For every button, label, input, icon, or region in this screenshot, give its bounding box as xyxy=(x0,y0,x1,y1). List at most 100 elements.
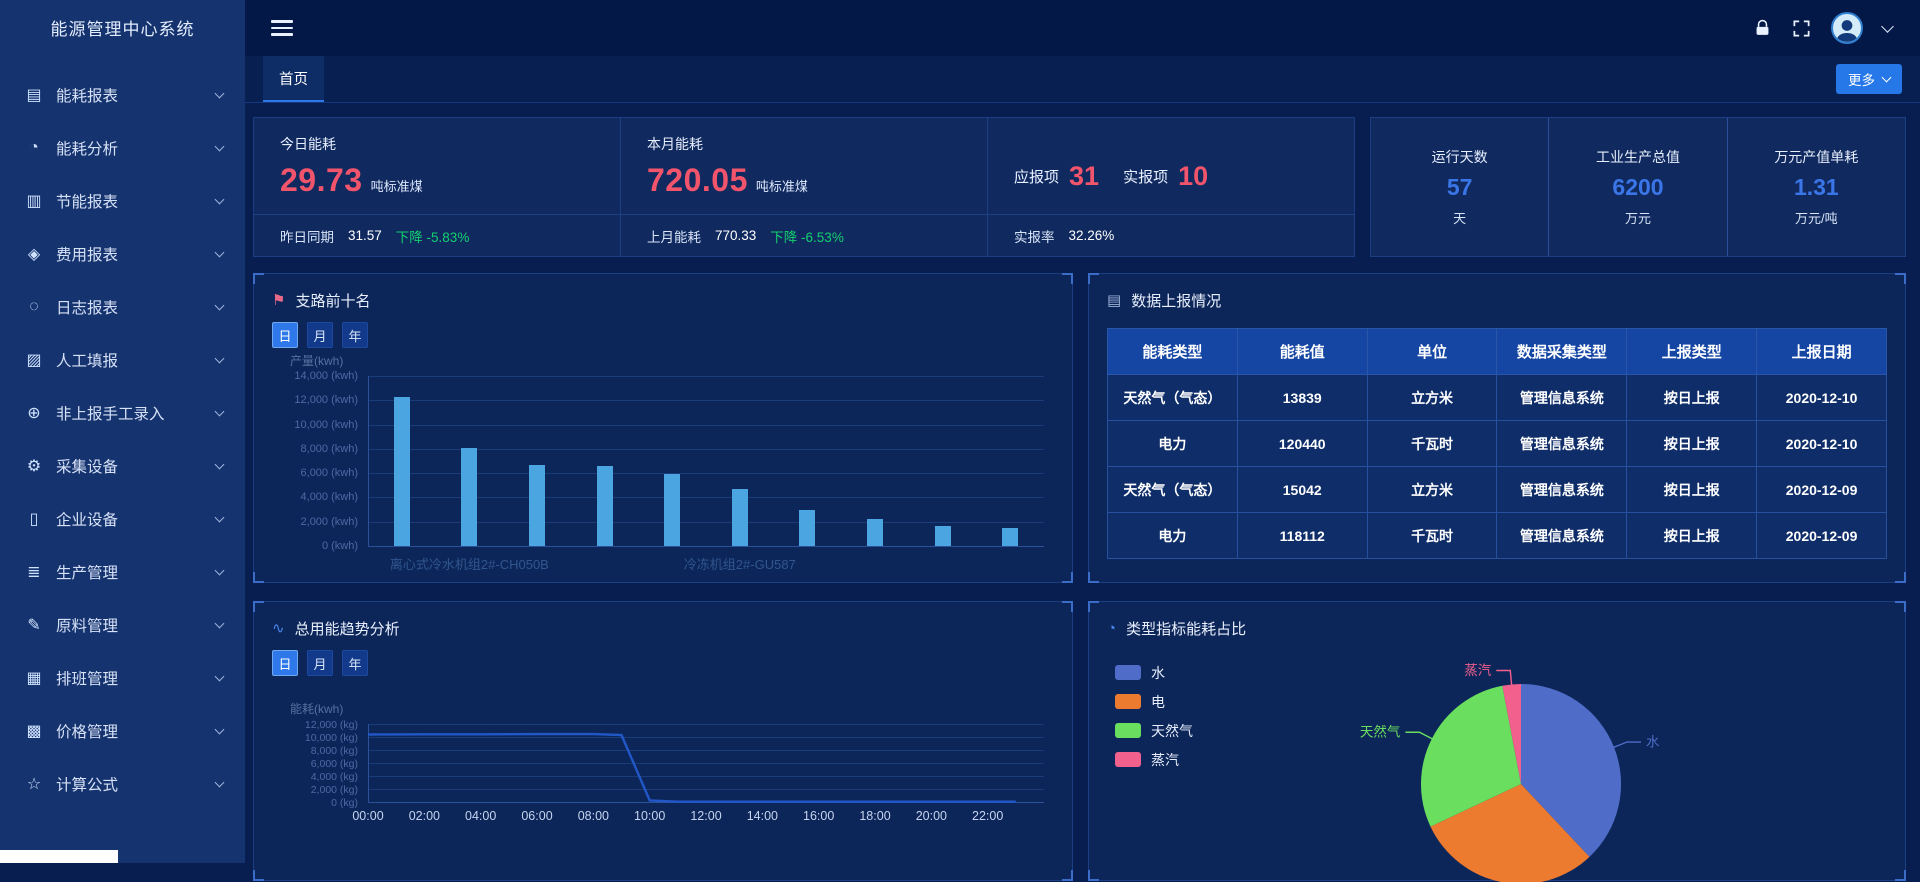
chevron-down-icon xyxy=(215,88,225,98)
sidebar-item-费用报表[interactable]: ◈费用报表 xyxy=(0,227,245,280)
table-header-cell: 单位 xyxy=(1367,329,1497,375)
fullscreen-icon[interactable] xyxy=(1792,19,1811,38)
legend-item-天然气[interactable]: 天然气 xyxy=(1115,716,1193,745)
legend-item-电[interactable]: 电 xyxy=(1115,687,1193,716)
table-cell: 天然气（气态） xyxy=(1108,375,1238,421)
chevron-down-icon xyxy=(215,353,225,363)
y-tick-label: 6,000 (kwh) xyxy=(264,467,358,479)
kpi-today-energy: 今日能耗 29.73 吨标准煤 昨日同期 31.57 下降 -5.83% xyxy=(254,118,620,256)
horizontal-scrollbar[interactable] xyxy=(0,850,118,863)
sidebar-item-能耗报表[interactable]: ▤能耗报表 xyxy=(0,68,245,121)
type-ratio-panel: ◔ 类型指标能耗占比 水电天然气蒸汽 水电天然气蒸汽 xyxy=(1088,601,1906,881)
x-tick-label: 08:00 xyxy=(578,809,609,823)
bar-chart: 产量(kwh)14,000 (kwh)12,000 (kwh)10,000 (k… xyxy=(264,352,1056,582)
table-cell: 千瓦时 xyxy=(1367,513,1497,559)
y-tick-label: 0 (kwh) xyxy=(264,540,358,552)
table-cell: 管理信息系统 xyxy=(1497,467,1627,513)
period-tab-日[interactable]: 日 xyxy=(272,650,298,676)
kpi-sub-label: 昨日同期 xyxy=(280,226,334,246)
x-axis-label: 冷冻机组2#-GU587 xyxy=(684,554,796,573)
production-management-icon: ≣ xyxy=(24,562,44,582)
tab-bar: 首页 更多 xyxy=(245,56,1920,103)
chevron-down-icon xyxy=(215,618,225,628)
period-tab-月[interactable]: 月 xyxy=(307,322,333,348)
table-cell: 天然气（气态） xyxy=(1108,467,1238,513)
branch-chart-icon: ⚑ xyxy=(272,291,285,309)
table-cell: 2020-12-09 xyxy=(1757,513,1887,559)
sidebar-item-能耗分析[interactable]: ◔能耗分析 xyxy=(0,121,245,174)
kpi-report-items: 应报项 31 实报项 10 实报率 32.26% xyxy=(987,118,1354,256)
table-cell: 管理信息系统 xyxy=(1497,421,1627,467)
kpi-sub-value: 31.57 xyxy=(348,228,382,243)
table-header-cell: 上报日期 xyxy=(1757,329,1887,375)
corner-accent xyxy=(1895,273,1906,284)
due-items-label: 应报项 xyxy=(1014,166,1059,187)
report-rate-label: 实报率 xyxy=(1014,226,1055,246)
user-menu-chevron-icon[interactable] xyxy=(1881,20,1894,33)
pie-label-天然气: 天然气 xyxy=(1360,724,1401,740)
legend-swatch xyxy=(1115,694,1141,709)
pie-legend: 水电天然气蒸汽 xyxy=(1115,658,1193,774)
bar xyxy=(799,510,815,546)
sidebar-item-原料管理[interactable]: ✎原料管理 xyxy=(0,598,245,651)
sidebar-item-价格管理[interactable]: ▩价格管理 xyxy=(0,704,245,757)
branch-top10-panel: ⚑ 支路前十名 日月年 产量(kwh)14,000 (kwh)12,000 (k… xyxy=(253,273,1073,583)
sidebar-item-节能报表[interactable]: ▥节能报表 xyxy=(0,174,245,227)
legend-label: 天然气 xyxy=(1151,721,1193,741)
sidebar-item-人工填报[interactable]: ▨人工填报 xyxy=(0,333,245,386)
corner-accent xyxy=(253,601,264,612)
legend-item-蒸汽[interactable]: 蒸汽 xyxy=(1115,745,1193,774)
data-report-panel: ▤ 数据上报情况 能耗类型能耗值单位数据采集类型上报类型上报日期 天然气（气态）… xyxy=(1088,273,1906,583)
sidebar-item-日志报表[interactable]: ◌日志报表 xyxy=(0,280,245,333)
stat-unit-consumption: 万元产值单耗 1.31 万元/吨 xyxy=(1727,118,1905,256)
log-report-icon: ◌ xyxy=(24,298,44,316)
enterprise-device-icon: ▯ xyxy=(24,509,44,529)
table-cell: 按日上报 xyxy=(1627,467,1757,513)
chevron-down-icon xyxy=(215,406,225,416)
more-button[interactable]: 更多 xyxy=(1836,64,1902,94)
chevron-down-icon xyxy=(215,512,225,522)
sidebar-item-计算公式[interactable]: ☆计算公式 xyxy=(0,757,245,810)
sidebar-item-排班管理[interactable]: ▦排班管理 xyxy=(0,651,245,704)
table-cell: 立方米 xyxy=(1367,467,1497,513)
bar xyxy=(732,489,748,546)
period-tab-月[interactable]: 月 xyxy=(307,650,333,676)
y-tick-label: 14,000 (kwh) xyxy=(264,370,358,382)
period-tab-日[interactable]: 日 xyxy=(272,322,298,348)
kpi-sub-value: 770.33 xyxy=(715,228,756,243)
tab-home[interactable]: 首页 xyxy=(263,56,324,102)
period-tab-年[interactable]: 年 xyxy=(342,650,368,676)
sidebar-item-生产管理[interactable]: ≣ 生产管理 xyxy=(0,545,245,598)
collection-device-icon: ⚙ xyxy=(24,456,44,476)
corner-accent xyxy=(1895,601,1906,612)
table-cell: 管理信息系统 xyxy=(1497,375,1627,421)
actual-items-value: 10 xyxy=(1178,161,1208,192)
material-management-icon: ✎ xyxy=(24,615,44,635)
table-header-cell: 能耗值 xyxy=(1237,329,1367,375)
y-axis-title: 产量(kwh) xyxy=(290,352,343,369)
table-cell: 13839 xyxy=(1237,375,1367,421)
sidebar-item-企业设备[interactable]: ▯企业设备 xyxy=(0,492,245,545)
sidebar-item-label: 能耗报表 xyxy=(56,84,216,106)
kpi-unit: 吨标准煤 xyxy=(756,176,808,195)
chevron-down-icon xyxy=(215,459,225,469)
corner-accent xyxy=(1062,572,1073,583)
sidebar-item-label: 生产管理 xyxy=(56,561,216,583)
chevron-down-icon xyxy=(215,194,225,204)
chevron-down-icon xyxy=(215,671,225,681)
x-axis-line xyxy=(368,546,1044,547)
corner-accent xyxy=(1088,572,1099,583)
x-tick-label: 04:00 xyxy=(465,809,496,823)
menu-toggle-icon[interactable] xyxy=(271,16,293,40)
bar xyxy=(394,397,410,546)
kpi-value: 720.05 xyxy=(647,162,748,199)
sidebar-item-采集设备[interactable]: ⚙采集设备 xyxy=(0,439,245,492)
legend-item-水[interactable]: 水 xyxy=(1115,658,1193,687)
kpi-title: 本月能耗 xyxy=(647,134,961,154)
lock-icon[interactable] xyxy=(1753,19,1772,38)
period-tab-年[interactable]: 年 xyxy=(342,322,368,348)
avatar[interactable] xyxy=(1831,12,1863,44)
legend-swatch xyxy=(1115,665,1141,680)
x-axis-label: 离心式冷水机组2#-CH050B xyxy=(390,554,549,573)
sidebar-item-非上报手工录入[interactable]: ⊕非上报手工录入 xyxy=(0,386,245,439)
